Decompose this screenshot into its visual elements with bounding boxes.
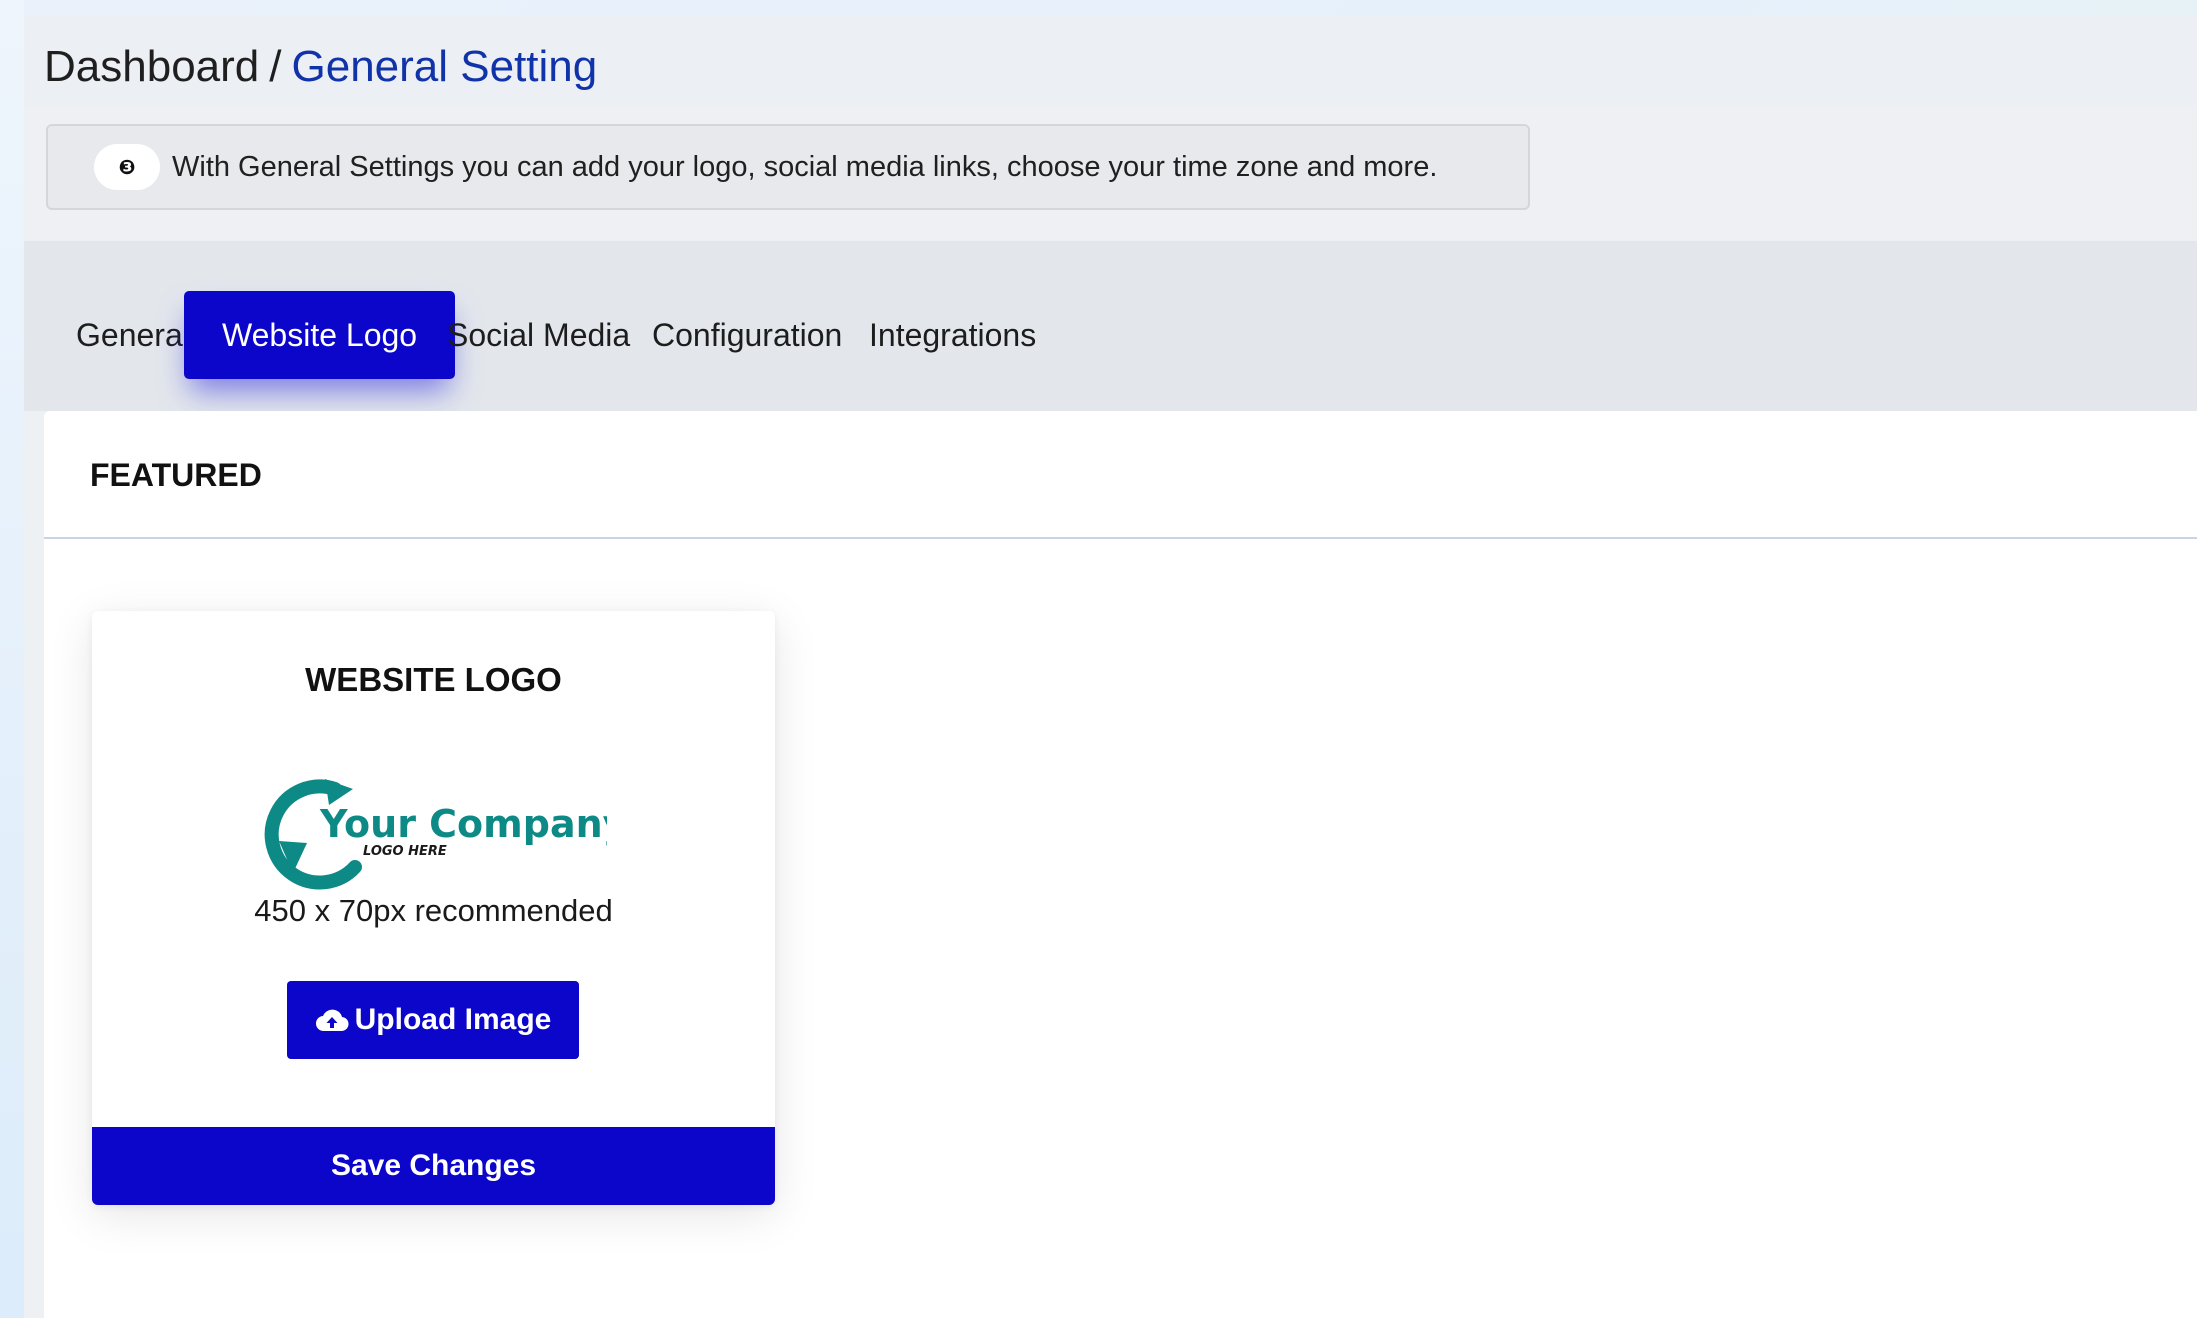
info-section: ❸ With General Settings you can add your…	[24, 106, 2197, 256]
website-logo-title: WEBSITE LOGO	[305, 661, 562, 698]
top-bar: Dashboard / General Setting	[24, 16, 2197, 106]
featured-title: FEATURED	[90, 457, 262, 493]
info-text: With General Settings you can add your l…	[172, 150, 1438, 183]
cloud-upload-icon	[315, 1009, 349, 1032]
featured-panel: FEATURED WEBSITE LOGO Your Company LOGO …	[44, 411, 2197, 1318]
save-changes-button[interactable]: Save Changes	[92, 1127, 775, 1205]
logo-size-recommendation: 450 x 70px recommended	[254, 893, 613, 928]
info-icon: ❸	[94, 144, 160, 190]
left-edge-strip	[0, 0, 24, 1318]
featured-header: FEATURED	[44, 411, 2197, 539]
website-logo-card: WEBSITE LOGO Your Company LOGO HERE 450 …	[92, 611, 775, 1205]
settings-tabs: General Website Logo Social Media Config…	[24, 241, 2197, 411]
breadcrumb-current: General Setting	[291, 42, 598, 91]
upload-image-label: Upload Image	[354, 1003, 552, 1036]
info-alert: ❸ With General Settings you can add your…	[46, 124, 1530, 210]
logo-company-name: Your Company	[319, 802, 607, 846]
breadcrumb: Dashboard / General Setting	[44, 42, 597, 92]
main-content: Dashboard / General Setting ❸ With General…	[24, 16, 2197, 1318]
breadcrumb-dashboard-link[interactable]: Dashboard	[44, 42, 259, 91]
company-logo-image: Your Company LOGO HERE	[264, 779, 607, 890]
tab-integrations[interactable]: Integrations	[831, 291, 1074, 379]
breadcrumb-separator: /	[269, 42, 282, 91]
logo-subtext: LOGO HERE	[363, 844, 447, 859]
upload-image-button[interactable]: Upload Image	[287, 981, 579, 1059]
